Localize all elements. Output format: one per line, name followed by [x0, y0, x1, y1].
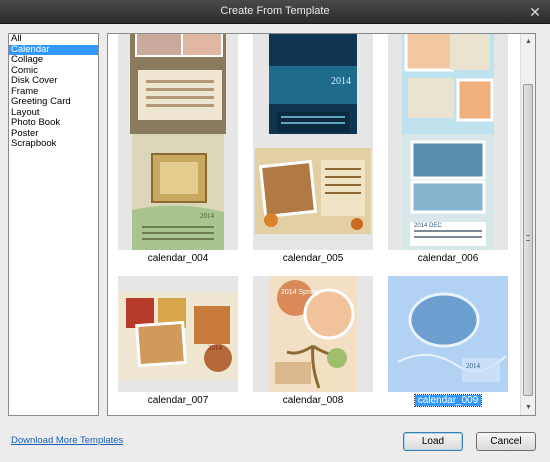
- category-item-comic[interactable]: Comic: [9, 66, 98, 77]
- thumb-year: 2014: [331, 76, 351, 87]
- title-bar: Create From Template ✕: [0, 0, 550, 24]
- category-item-all[interactable]: All: [9, 34, 98, 45]
- category-item-layout[interactable]: Layout: [9, 108, 98, 119]
- template-tile-selected[interactable]: 2014 calendar_009: [388, 276, 508, 407]
- download-more-templates-link[interactable]: Download More Templates: [11, 435, 123, 446]
- window-title: Create From Template: [220, 5, 330, 17]
- template-thumbnail: [118, 34, 238, 138]
- gallery-scrollbar[interactable]: ▲ ▼: [520, 34, 535, 415]
- template-name: calendar_007: [147, 395, 209, 406]
- template-thumbnail: 2014 DEC: [388, 134, 508, 250]
- scroll-up-icon[interactable]: ▲: [521, 34, 535, 49]
- scrollbar-thumb[interactable]: [523, 84, 533, 396]
- template-name: calendar_006: [417, 253, 479, 264]
- category-item-frame[interactable]: Frame: [9, 87, 98, 98]
- template-name: calendar_004: [147, 253, 209, 264]
- template-tile[interactable]: calendar_005: [253, 134, 373, 264]
- thumb-year: 2014: [466, 362, 481, 370]
- template-name: calendar_008: [282, 395, 344, 406]
- template-thumbnail: 2014: [388, 276, 508, 392]
- template-thumbnail: [388, 34, 508, 138]
- template-tile[interactable]: calendar_001: [118, 34, 238, 152]
- category-item-photo-book[interactable]: Photo Book: [9, 118, 98, 129]
- load-button[interactable]: Load: [403, 432, 463, 451]
- template-tile[interactable]: 2014 Spring calendar_008: [253, 276, 373, 406]
- category-item-greeting-card[interactable]: Greeting Card: [9, 97, 98, 108]
- category-item-poster[interactable]: Poster: [9, 129, 98, 140]
- template-name: calendar_005: [282, 253, 344, 264]
- thumb-year: 2014: [208, 344, 223, 352]
- thumb-year: 2014: [200, 212, 215, 220]
- template-thumbnail: 2014: [118, 134, 238, 250]
- template-tile[interactable]: 2014 calendar_002: [253, 34, 373, 152]
- category-list[interactable]: All Calendar Collage Comic Disk Cover Fr…: [8, 33, 99, 416]
- template-tile[interactable]: 2014 calendar_007: [118, 276, 238, 406]
- category-item-calendar[interactable]: Calendar: [9, 44, 98, 55]
- template-tile[interactable]: 2014 calendar_004: [118, 134, 238, 264]
- template-thumbnail: 2014 Spring: [253, 276, 373, 392]
- template-thumbnail: [253, 134, 373, 250]
- close-icon[interactable]: ✕: [526, 3, 544, 21]
- thumb-date: 2014 DEC: [414, 223, 442, 229]
- scroll-down-icon[interactable]: ▼: [521, 400, 535, 415]
- grip-icon: [526, 235, 530, 241]
- thumb-label: 2014 Spring: [281, 289, 319, 296]
- template-name: calendar_009: [413, 394, 483, 407]
- template-thumbnail: 2014: [253, 34, 373, 138]
- category-item-collage[interactable]: Collage: [9, 55, 98, 66]
- template-thumbnail: 2014: [118, 276, 238, 392]
- cancel-button[interactable]: Cancel: [476, 432, 536, 451]
- template-gallery: calendar_001 2014 calendar_002 c: [107, 33, 536, 416]
- category-item-scrapbook[interactable]: Scrapbook: [9, 139, 98, 150]
- template-tile[interactable]: 2014 DEC calendar_006: [388, 134, 508, 264]
- category-item-disk-cover[interactable]: Disk Cover: [9, 76, 98, 87]
- template-tile[interactable]: calendar_003: [388, 34, 508, 152]
